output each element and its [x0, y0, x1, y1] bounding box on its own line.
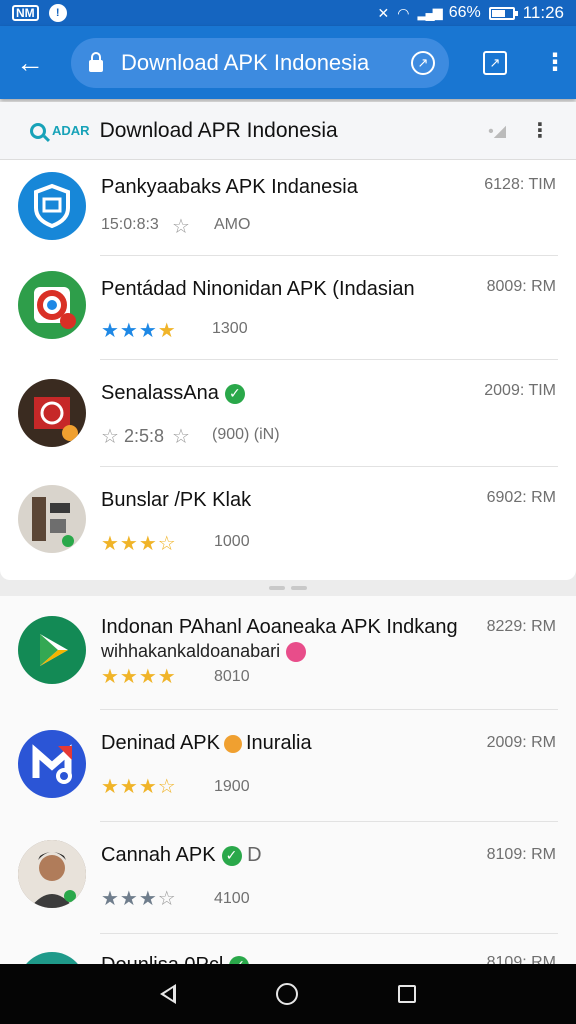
back-arrow-icon[interactable]: ←: [0, 26, 60, 99]
app-time: 2009: TIM: [484, 382, 556, 399]
app-list-bottom: Indonan PAhanl Aoaneaka APK Indkang wihh…: [0, 596, 576, 1020]
messenger-app-icon: [18, 730, 86, 798]
app-meta: AMO: [214, 216, 251, 233]
emoji-icon: [223, 734, 242, 753]
play-store-icon: [18, 616, 86, 684]
status-badge: NM: [12, 5, 39, 21]
app-meta: 1900: [214, 778, 250, 795]
star-rating: ★★★☆: [101, 888, 177, 910]
system-nav-bar: [0, 964, 576, 1024]
app-list-top: Pankyaabaks APK Indanesia 6128: TIM 15:0…: [0, 160, 576, 580]
app-meta: 4100: [214, 890, 250, 907]
app-meta: 1300: [212, 320, 248, 337]
tabs-icon[interactable]: ↗: [483, 50, 507, 75]
page-title: Download APR Indonesia: [99, 118, 338, 142]
verified-badge-icon: ✓: [221, 845, 242, 866]
battery-percent: 66%: [448, 4, 481, 21]
avatar-app-icon: [18, 840, 86, 908]
cast-icon[interactable]: •◢: [488, 121, 506, 141]
wifi-icon: ◠: [397, 4, 410, 21]
nav-home-icon[interactable]: [276, 983, 298, 1005]
app-subtitle: wihhakankaldoanabari: [101, 641, 307, 663]
app-meta: 8010: [214, 668, 250, 685]
list-item[interactable]: Bunslar /PK Klak 6902: RM ★★★☆ 1000: [0, 467, 576, 580]
list-item[interactable]: Indonan PAhanl Aoaneaka APK Indkang wihh…: [0, 596, 576, 710]
nav-back-icon[interactable]: [160, 984, 176, 1004]
verified-badge-icon: ✓: [224, 383, 245, 404]
browser-toolbar: ← Download APK Indonesia ↗ ↗ ⋮: [0, 26, 576, 99]
app-name: SenalassAna ✓: [101, 382, 245, 405]
app-time: 2009: RM: [486, 734, 556, 751]
app-name: Deninad APK Inuralia: [101, 732, 312, 754]
star-rating: ☆: [172, 216, 191, 238]
notification-icon: !: [48, 4, 67, 22]
app-time: 8009: RM: [486, 278, 556, 295]
rating-text: 2:5:8: [124, 426, 165, 446]
url-bar[interactable]: Download APK Indonesia ↗: [71, 37, 449, 88]
list-item[interactable]: Pentádad Ninonidan APK (Indasian 8009: R…: [0, 256, 576, 360]
app-meta: 1000: [214, 533, 250, 550]
list-item[interactable]: Cannah APK ✓ D 8109: RM ★★★☆ 4100: [0, 822, 576, 934]
list-item[interactable]: SenalassAna ✓ 2009: TIM ☆ 2:5:8 ☆ (900) (…: [0, 360, 576, 467]
status-bar: NM ! ✕ ◠ ▂▄▆ 66% 11:26: [0, 0, 576, 26]
brand-label: ADAR: [52, 123, 90, 138]
emoji-icon: [286, 642, 307, 663]
star-rating-end: ☆: [172, 426, 191, 448]
app-time: 6128: TIM: [484, 176, 556, 193]
app-time: 8109: RM: [486, 846, 556, 863]
poster-app-icon: [18, 485, 86, 553]
search-icon[interactable]: [30, 122, 46, 139]
refresh-icon[interactable]: ↗: [411, 50, 435, 75]
app-time: 8229: RM: [486, 618, 556, 635]
star-rating: ★★★☆: [101, 533, 177, 555]
url-text: Download APK Indonesia: [121, 49, 370, 75]
star-rating: ★★★☆: [101, 776, 177, 798]
lock-icon: [89, 51, 103, 72]
shield-app-icon: [18, 172, 86, 240]
mute-icon: ✕: [377, 4, 390, 21]
app-name: Cannah APK ✓ D: [101, 844, 262, 866]
app-name: Pankyaabaks APK Indanesia: [101, 176, 358, 198]
app-name: Indonan PAhanl Aoaneaka APK Indkang: [101, 616, 458, 638]
app-name: Bunslar /PK Klak: [101, 489, 252, 511]
app-time: 6902: RM: [486, 489, 556, 506]
list-item[interactable]: Pankyaabaks APK Indanesia 6128: TIM 15:0…: [0, 160, 576, 256]
rating-text: 15:0:8:3: [101, 216, 159, 233]
drag-handle[interactable]: [0, 586, 576, 590]
camera-app-icon: [18, 379, 86, 447]
nav-recents-icon[interactable]: [398, 985, 416, 1003]
app-name: Pentádad Ninonidan APK (Indasian: [101, 278, 415, 300]
list-item[interactable]: Deninad APK Inuralia 2009: RM ★★★☆ 1900: [0, 710, 576, 822]
search-header: ADAR Download APR Indonesia •◢ ⋮: [0, 102, 576, 160]
app-meta: (900) (iN): [212, 426, 280, 443]
star-rating: ★★★★: [101, 320, 177, 342]
header-more-icon[interactable]: ⋮: [530, 118, 550, 143]
star-rating: ☆: [101, 426, 120, 448]
battery-icon: [488, 6, 518, 20]
status-time: 11:26: [522, 3, 564, 22]
star-rating: ★★★★: [101, 666, 177, 688]
signal-icon: ▂▄▆: [417, 5, 442, 20]
more-vertical-icon[interactable]: ⋮: [543, 50, 567, 75]
chrome-app-icon: [18, 271, 86, 339]
